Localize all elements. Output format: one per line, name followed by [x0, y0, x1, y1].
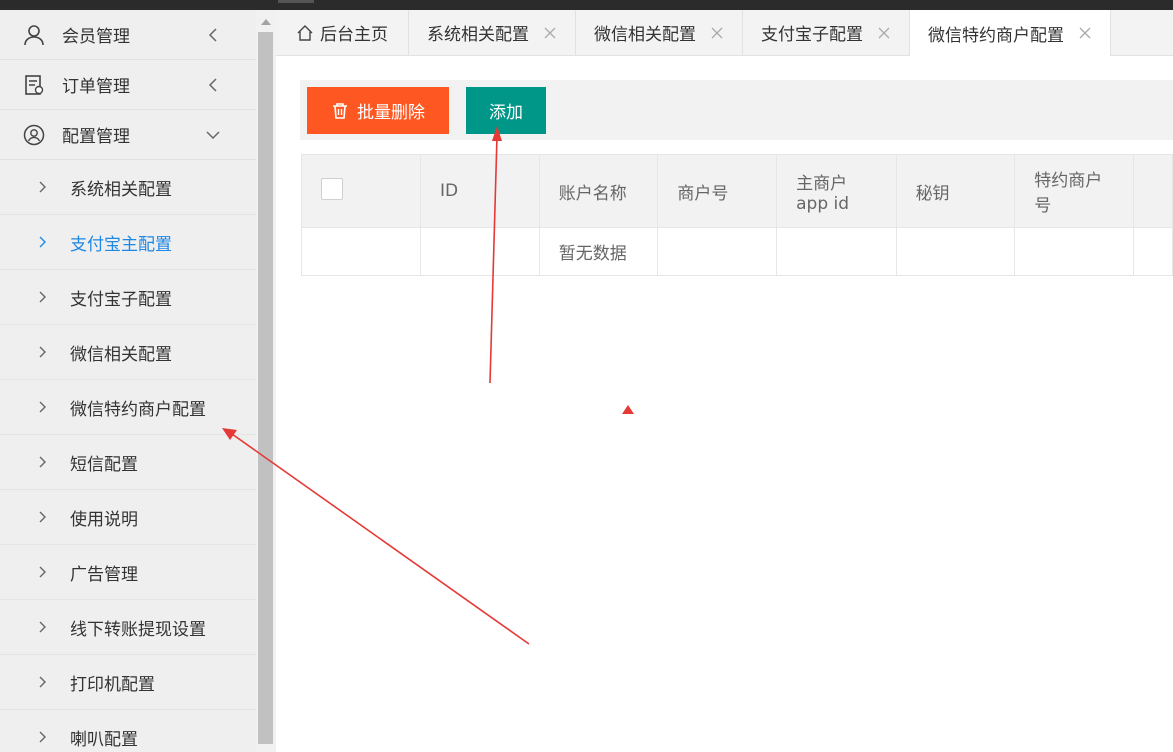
tab-wechat-config[interactable]: 微信相关配置 — [576, 10, 743, 55]
table-cell — [776, 227, 897, 276]
sidebar-subitem-printer[interactable]: 打印机配置 — [0, 655, 256, 710]
sidebar-scrollbar-thumb[interactable] — [258, 32, 273, 744]
chevron-right-icon — [38, 566, 50, 578]
sidebar-subitem-instructions[interactable]: 使用说明 — [0, 490, 256, 545]
table-cell — [1132, 227, 1173, 276]
tab-bar: 后台主页 系统相关配置 微信相关配置 支付宝子配置 微信特约商户配置 — [276, 10, 1173, 56]
table-header-cell: 商户号 — [657, 154, 778, 228]
sidebar-subitem-wechat-config[interactable]: 微信相关配置 — [0, 325, 256, 380]
user-circle-icon — [22, 123, 46, 147]
chevron-right-icon — [38, 236, 50, 248]
sidebar-subitem-label: 线下转账提现设置 — [70, 619, 206, 640]
sidebar-subitem-ads[interactable]: 广告管理 — [0, 545, 256, 600]
sidebar-subitem-label: 支付宝子配置 — [70, 289, 172, 310]
close-icon[interactable] — [710, 26, 724, 40]
sidebar-subitem-speaker[interactable]: 喇叭配置 — [0, 710, 256, 752]
main-content: 批量删除 添加 ID 账户名称 商户号 主商户app id 秘钥 特约商户 号 … — [276, 56, 1173, 752]
table-cell — [895, 227, 1016, 276]
sidebar-subitem-label: 广告管理 — [70, 564, 138, 585]
tab-label: 支付宝子配置 — [761, 25, 863, 45]
order-icon — [22, 73, 46, 97]
table-header-row: ID 账户名称 商户号 主商户app id 秘钥 特约商户 号 — [301, 154, 1173, 228]
chevron-down-icon — [206, 128, 220, 142]
sidebar-subitem-label: 支付宝主配置 — [70, 234, 172, 255]
sidebar-subitem-label: 打印机配置 — [70, 674, 155, 695]
top-bar-notch — [278, 0, 314, 3]
sidebar-subitem-label: 微信相关配置 — [70, 344, 172, 365]
window-top-bar — [0, 0, 1173, 10]
chevron-right-icon — [38, 511, 50, 523]
table-header-cell: 主商户app id — [776, 154, 897, 228]
chevron-right-icon — [38, 676, 50, 688]
close-icon[interactable] — [1078, 26, 1092, 40]
sidebar-item-members[interactable]: 会员管理 — [0, 10, 256, 60]
chevron-right-icon — [38, 181, 50, 193]
chevron-right-icon — [38, 346, 50, 358]
chevron-right-icon — [38, 621, 50, 633]
sidebar: 会员管理 订单管理 配置管理 系统相关配置 支付宝主配置 支付宝子配置 微信相关… — [0, 10, 256, 752]
sidebar-item-config[interactable]: 配置管理 — [0, 110, 256, 160]
add-button[interactable]: 添加 — [466, 87, 546, 134]
data-table: ID 账户名称 商户号 主商户app id 秘钥 特约商户 号 暂无数据 — [301, 154, 1173, 276]
table-header-cell: 特约商户 号 — [1014, 154, 1134, 228]
sidebar-subitem-wechat-special-merchant[interactable]: 微信特约商户配置 — [0, 380, 256, 435]
sidebar-subitem-alipay-main-config[interactable]: 支付宝主配置 — [0, 215, 256, 270]
sidebar-item-label: 订单管理 — [62, 77, 130, 97]
tab-system-config[interactable]: 系统相关配置 — [409, 10, 576, 55]
sidebar-subitem-label: 喇叭配置 — [70, 729, 138, 750]
tab-label: 后台主页 — [320, 25, 388, 45]
sidebar-item-orders[interactable]: 订单管理 — [0, 60, 256, 110]
table-header-select — [301, 154, 421, 228]
table-header-cell: 秘钥 — [895, 154, 1016, 228]
chevron-left-icon — [206, 77, 220, 92]
tab-label: 微信特约商户配置 — [928, 25, 1064, 46]
table-header-cell: ID — [419, 154, 540, 228]
chevron-right-icon — [38, 401, 50, 413]
table-header-cell — [1132, 154, 1173, 228]
close-icon[interactable] — [877, 26, 891, 40]
sidebar-item-label: 配置管理 — [62, 127, 130, 147]
tab-label: 微信相关配置 — [594, 25, 696, 45]
chevron-right-icon — [38, 456, 50, 468]
sidebar-subitem-sms-config[interactable]: 短信配置 — [0, 435, 256, 490]
scroll-up-arrow-icon[interactable] — [256, 14, 276, 30]
empty-data-text: 暂无数据 — [538, 227, 659, 276]
user-icon — [22, 23, 46, 47]
table-cell — [657, 227, 778, 276]
sidebar-subitem-label: 微信特约商户配置 — [70, 399, 206, 420]
table-cell — [419, 227, 540, 276]
chevron-right-icon — [38, 731, 50, 743]
table-cell — [1014, 227, 1134, 276]
tab-alipay-sub-config[interactable]: 支付宝子配置 — [743, 10, 910, 55]
chevron-left-icon — [206, 27, 220, 42]
tab-label: 系统相关配置 — [427, 25, 529, 45]
sidebar-subitem-offline-withdraw[interactable]: 线下转账提现设置 — [0, 600, 256, 655]
toolbar: 批量删除 添加 — [300, 80, 1173, 140]
table-cell — [301, 227, 421, 276]
sidebar-subitem-label: 短信配置 — [70, 454, 138, 475]
home-icon — [296, 24, 314, 42]
tab-home[interactable]: 后台主页 — [276, 10, 409, 55]
close-icon[interactable] — [543, 26, 557, 40]
sidebar-subitem-system-config[interactable]: 系统相关配置 — [0, 160, 256, 215]
sidebar-subitem-label: 使用说明 — [70, 509, 138, 530]
sidebar-subitem-alipay-sub-config[interactable]: 支付宝子配置 — [0, 270, 256, 325]
sidebar-item-label: 会员管理 — [62, 27, 130, 47]
chevron-right-icon — [38, 291, 50, 303]
batch-delete-label: 批量删除 — [357, 103, 425, 122]
select-all-checkbox[interactable] — [321, 177, 343, 200]
table-row: 暂无数据 — [301, 227, 1173, 276]
trash-icon — [331, 102, 349, 120]
table-header-cell: 账户名称 — [538, 154, 659, 228]
batch-delete-button[interactable]: 批量删除 — [307, 87, 449, 134]
sidebar-subitem-label: 系统相关配置 — [70, 179, 172, 200]
tab-wechat-special-merchant[interactable]: 微信特约商户配置 — [910, 10, 1111, 56]
